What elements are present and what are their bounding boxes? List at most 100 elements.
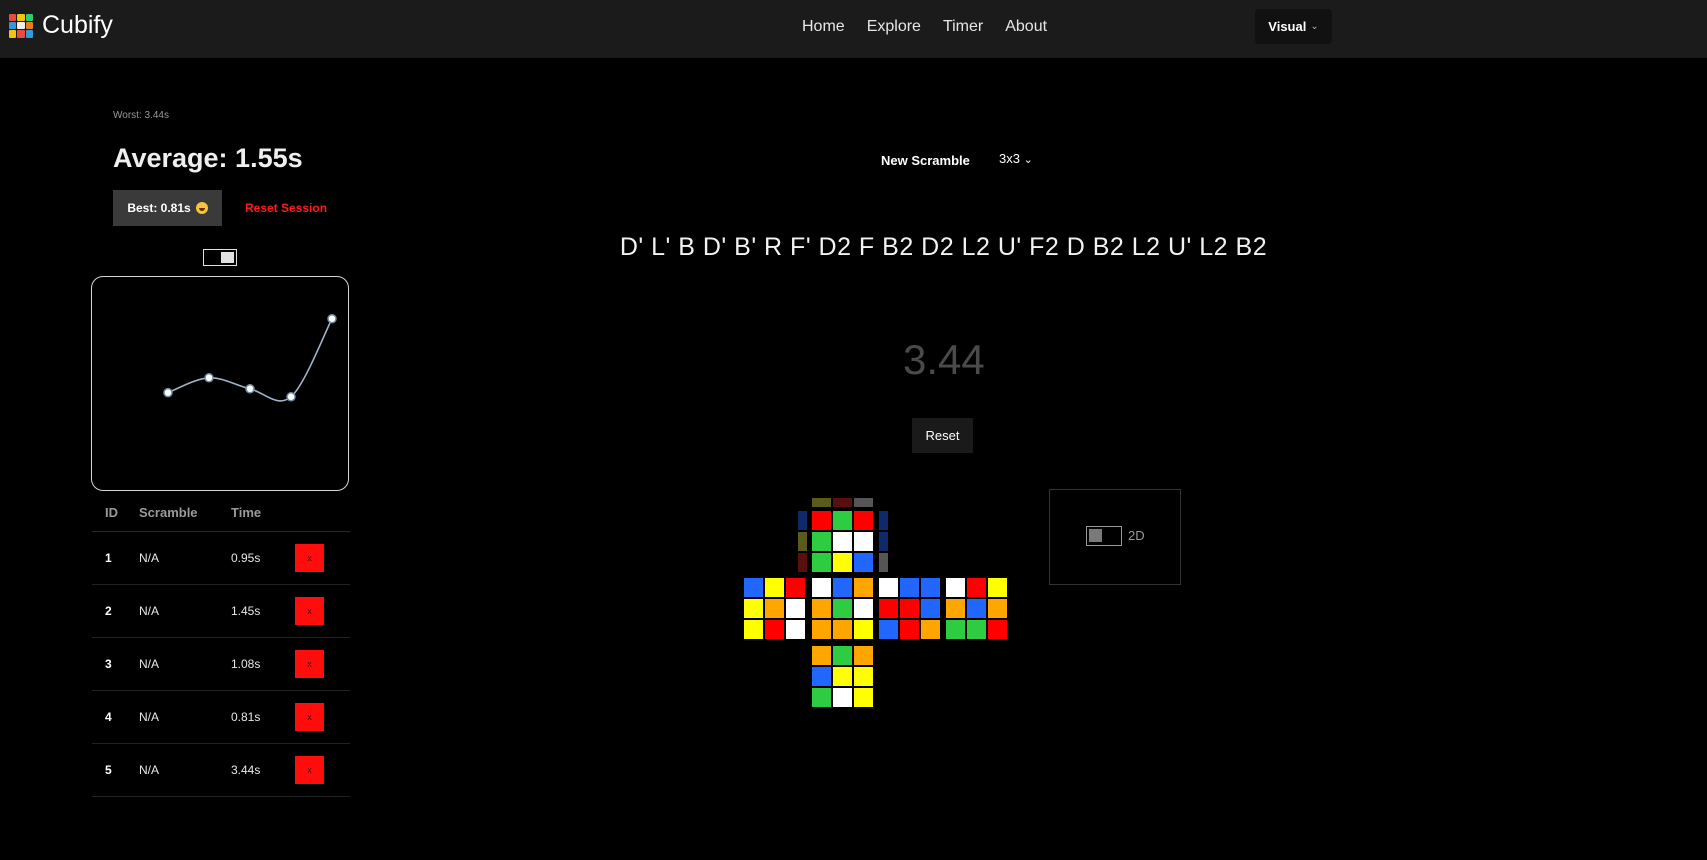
cube-sticker (900, 620, 919, 639)
row-id: 3 (92, 637, 138, 691)
cube-sticker (854, 646, 873, 665)
scramble-text: D' L' B D' B' R F' D2 F B2 D2 L2 U' F2 D… (619, 233, 1268, 261)
table-header-row: ID Scramble Time (92, 494, 350, 532)
solves-table: ID Scramble Time 1 N/A 0.95s x 2 N/A 1.4… (92, 494, 350, 797)
row-id: 1 (92, 531, 138, 585)
cube-sticker (967, 578, 986, 597)
data-point[interactable] (327, 313, 337, 324)
row-id: 5 (92, 743, 138, 797)
view-mode-label: 2D (1128, 528, 1145, 543)
cube-sticker (812, 646, 831, 665)
cube-sticker (900, 578, 919, 597)
cube-sticker (812, 511, 831, 530)
cube-sticker (967, 620, 986, 639)
cube-type-value: 3x3 (999, 151, 1020, 166)
cube-sticker (921, 578, 940, 597)
nav-about[interactable]: About (1005, 18, 1047, 36)
visual-label: Visual (1268, 19, 1307, 34)
cube-sticker (833, 620, 852, 639)
brand-logo[interactable]: Cubify (9, 11, 113, 40)
row-scramble: N/A (138, 531, 230, 585)
cube-sticker (879, 578, 898, 597)
best-time-button[interactable]: Best: 0.81s (113, 190, 222, 226)
cube-sticker (833, 532, 852, 551)
best-time-label: Best: 0.81s (127, 201, 191, 215)
view-2d-toggle[interactable] (1086, 526, 1122, 546)
cube-edge-hint (798, 511, 807, 530)
cube-edge-hint (798, 532, 807, 551)
table-row: 4 N/A 0.81s x (92, 690, 350, 744)
row-id: 4 (92, 690, 138, 744)
cube-sticker (946, 620, 965, 639)
cube-edge-hint (798, 553, 807, 572)
delete-solve-button[interactable]: x (295, 650, 324, 678)
cube-sticker (812, 532, 831, 551)
visual-dropdown[interactable]: Visual ⌄ (1255, 9, 1332, 44)
cube-sticker (921, 599, 940, 618)
data-point[interactable] (163, 387, 173, 398)
cube-sticker (812, 599, 831, 618)
delete-solve-button[interactable]: x (295, 544, 324, 572)
data-point[interactable] (204, 373, 214, 383)
cube-sticker (765, 578, 784, 597)
navbar: Cubify Home Explore Timer About Visual ⌄ (0, 0, 1707, 58)
new-scramble-button[interactable]: New Scramble (881, 153, 970, 168)
row-time: 1.08s (230, 637, 294, 691)
cube-type-select[interactable]: 3x3 ⌄ (999, 151, 1033, 166)
cube-sticker (812, 553, 831, 572)
cube-sticker (786, 620, 805, 639)
cube-sticker (879, 620, 898, 639)
delete-solve-button[interactable]: x (295, 756, 324, 784)
row-time: 1.45s (230, 584, 294, 638)
header-time: Time (230, 494, 294, 532)
row-scramble: N/A (138, 637, 230, 691)
data-point[interactable] (286, 392, 296, 402)
cube-sticker (833, 578, 852, 597)
row-scramble: N/A (138, 743, 230, 797)
brand-name: Cubify (42, 11, 113, 39)
reset-timer-button[interactable]: Reset (912, 418, 973, 453)
solve-time-chart (91, 276, 349, 491)
cube-edge-hint (854, 498, 873, 507)
cube-sticker (744, 620, 763, 639)
cube-edge-hint (812, 498, 831, 507)
delete-solve-button[interactable]: x (295, 597, 324, 625)
cube-sticker (988, 620, 1007, 639)
cube-sticker (812, 688, 831, 707)
reset-session-button[interactable]: Reset Session (245, 201, 327, 215)
header-scramble: Scramble (138, 494, 230, 532)
data-point[interactable] (245, 384, 255, 394)
nav-links: Home Explore Timer About (802, 18, 1069, 36)
cube-sticker (833, 599, 852, 618)
cube-sticker (921, 620, 940, 639)
cube-sticker (786, 578, 805, 597)
row-id: 2 (92, 584, 138, 638)
cube-sticker (744, 578, 763, 597)
cube-sticker (854, 553, 873, 572)
timer-display: 3.44 (903, 336, 985, 383)
cube-sticker (900, 599, 919, 618)
cube-logo-icon (9, 13, 33, 38)
cube-sticker (854, 667, 873, 686)
cube-edge-hint (879, 553, 888, 572)
table-row: 3 N/A 1.08s x (92, 637, 350, 691)
cube-sticker (765, 599, 784, 618)
chart-svg (163, 313, 337, 402)
cube-sticker (988, 599, 1007, 618)
nav-timer[interactable]: Timer (943, 18, 983, 36)
delete-solve-button[interactable]: x (295, 703, 324, 731)
nav-home[interactable]: Home (802, 18, 845, 36)
grin-emoji-icon (195, 202, 208, 214)
row-scramble: N/A (138, 584, 230, 638)
worst-time: Worst: 3.44s (113, 110, 169, 121)
cube-sticker (854, 599, 873, 618)
header-action (294, 494, 350, 532)
nav-explore[interactable]: Explore (867, 18, 921, 36)
average-time: Average: 1.55s (113, 143, 303, 173)
header-id: ID (92, 494, 138, 532)
row-time: 0.95s (230, 531, 294, 585)
table-row: 2 N/A 1.45s x (92, 584, 350, 638)
cube-edge-hint (879, 532, 888, 551)
cube-sticker (812, 667, 831, 686)
cube-sticker (833, 667, 852, 686)
